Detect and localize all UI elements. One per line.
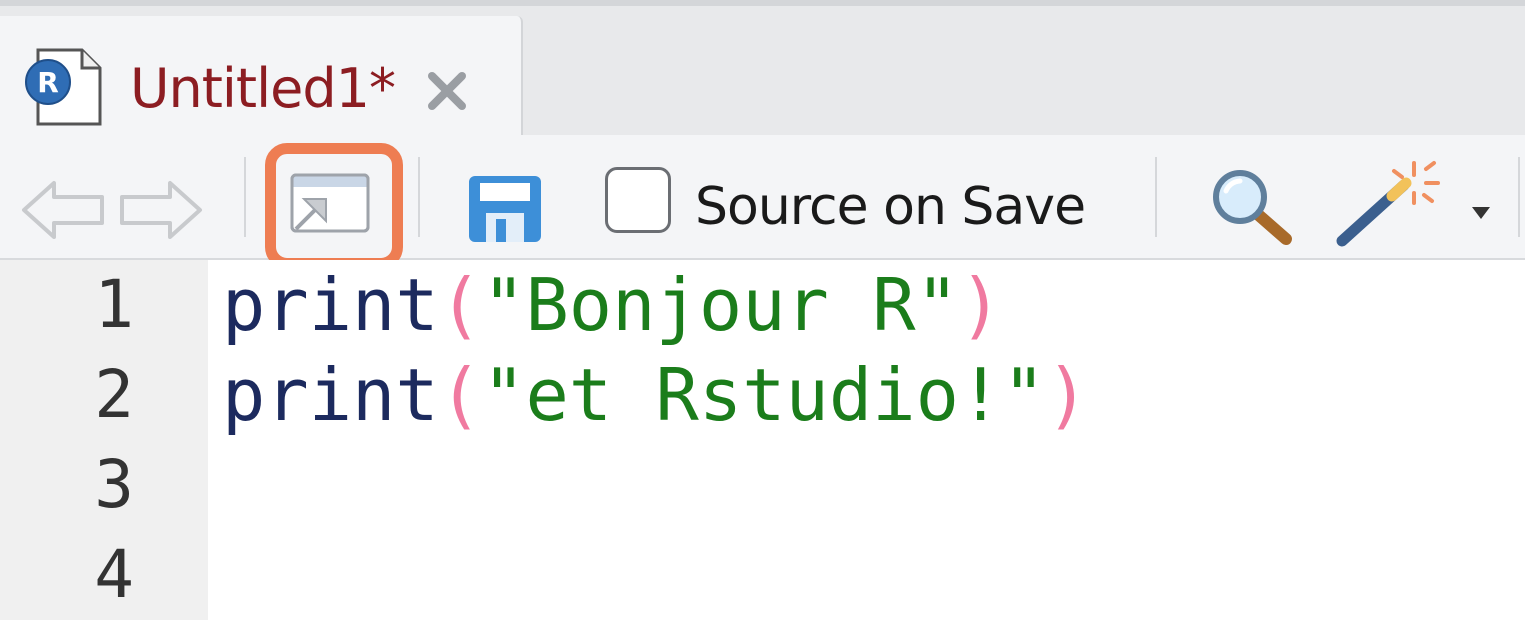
- line-number: 3: [94, 446, 134, 523]
- floppy-disk-icon[interactable]: [466, 173, 544, 245]
- code-string: "et Rstudio!": [482, 353, 1046, 437]
- code-paren: ): [958, 263, 1003, 347]
- code-editor[interactable]: 1 2 3 4 print("Bonjour R") print("et Rst…: [0, 260, 1525, 620]
- tab-untitled1[interactable]: R Untitled1*: [0, 16, 523, 146]
- line-number: 1: [94, 266, 134, 343]
- svg-text:R: R: [37, 66, 59, 99]
- line-number: 4: [94, 536, 134, 613]
- code-line[interactable]: print("Bonjour R"): [222, 260, 1002, 350]
- magic-wand-icon[interactable]: [1334, 157, 1444, 249]
- toolbar-separator: [1155, 157, 1157, 237]
- code-paren: (: [438, 353, 483, 437]
- code-paren: ): [1045, 353, 1089, 437]
- magnifier-icon[interactable]: [1206, 165, 1296, 245]
- caret-down-icon[interactable]: [1466, 199, 1496, 223]
- code-function: print: [222, 263, 439, 347]
- source-on-save-label: Source on Save: [695, 177, 1086, 237]
- line-number: 2: [94, 356, 134, 433]
- line-number-gutter: 1 2 3 4: [0, 260, 208, 620]
- arrow-right-icon[interactable]: [118, 179, 204, 241]
- tab-title: Untitled1*: [130, 57, 396, 120]
- r-script-file-icon: R: [25, 48, 102, 126]
- tab-strip: R Untitled1*: [0, 0, 1525, 146]
- toolbar-separator: [244, 157, 246, 237]
- editor-toolbar: Source on Save: [0, 135, 1525, 269]
- code-function: print: [222, 353, 439, 437]
- arrow-left-icon[interactable]: [20, 179, 106, 241]
- code-paren: (: [438, 263, 483, 347]
- source-on-save-checkbox[interactable]: [605, 167, 671, 233]
- code-line[interactable]: print("et Rstudio!"): [222, 350, 1089, 440]
- show-in-new-window-icon[interactable]: [286, 169, 372, 235]
- toolbar-separator: [418, 157, 420, 237]
- close-icon[interactable]: [422, 66, 472, 116]
- toolbar-separator: [1518, 157, 1520, 237]
- code-string: "Bonjour R": [482, 263, 959, 347]
